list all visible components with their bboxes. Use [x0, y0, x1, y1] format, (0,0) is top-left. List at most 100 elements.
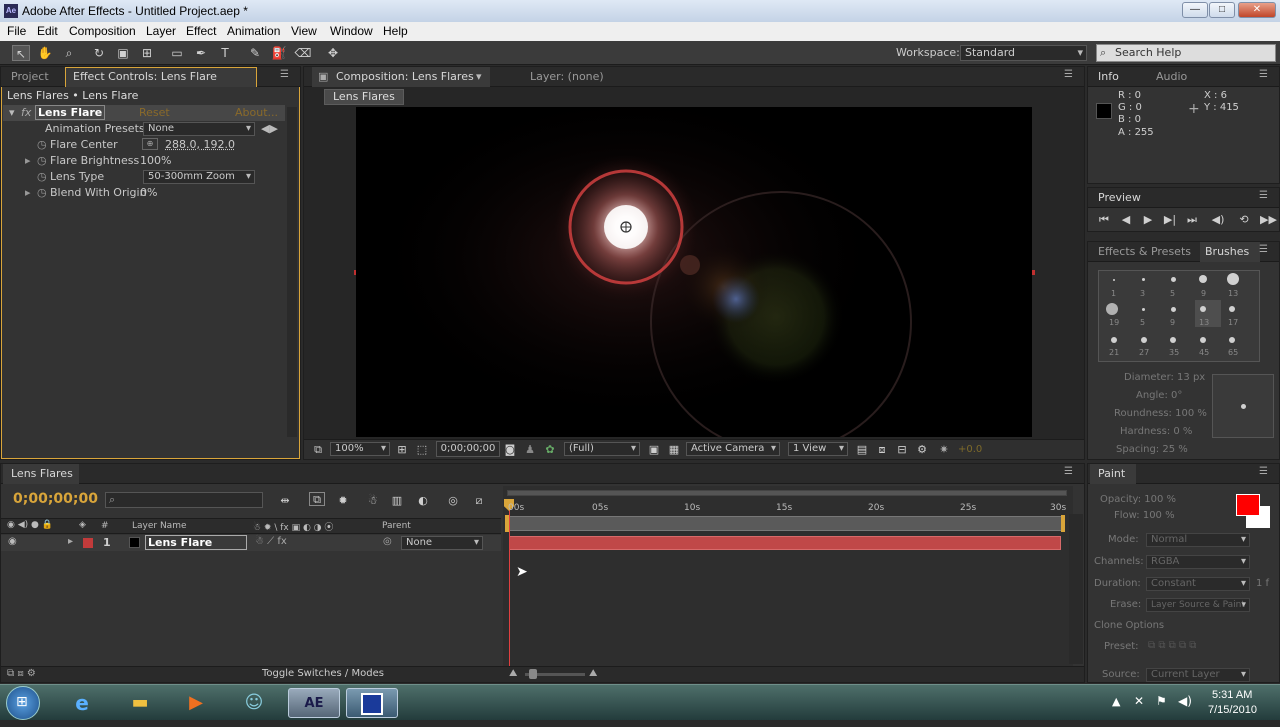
duration-value[interactable]: 1 f	[1256, 578, 1269, 589]
menu-composition[interactable]: Composition	[69, 24, 136, 38]
after-effects-taskbar-button[interactable]: AE	[288, 688, 340, 718]
tab-effect-controls[interactable]: Effect Controls: Lens Flare	[73, 70, 217, 83]
mode-select[interactable]: Normal	[1146, 533, 1250, 547]
channels-select[interactable]: RGBA	[1146, 555, 1250, 569]
tab-paint[interactable]: Paint	[1098, 467, 1125, 480]
menu-animation[interactable]: Animation	[227, 24, 280, 38]
camera-view-select[interactable]: Active Camera	[686, 442, 780, 456]
clone-stamp-tool-icon[interactable]: ⛽	[270, 45, 288, 61]
exposure-icon[interactable]: ✷	[936, 443, 952, 457]
grid-overlay-icon[interactable]: ⊞	[394, 443, 410, 457]
work-area-bar[interactable]	[507, 516, 1063, 531]
always-preview-icon[interactable]: ⧉	[310, 443, 326, 457]
menu-layer[interactable]: Layer	[146, 24, 176, 38]
av-features-icons[interactable]: ◉ ◀) ● 🔒	[7, 520, 53, 530]
angle-label[interactable]: Angle: 0°	[1136, 390, 1182, 401]
hide-shy-layers-icon[interactable]: ☃	[365, 494, 381, 508]
panel-menu-icon[interactable]: ☰	[1064, 70, 1078, 80]
previous-frame-icon[interactable]: ◀	[1118, 213, 1134, 227]
panel-bottom-icons[interactable]: ⧉ ⧈ ⚙	[7, 668, 36, 679]
region-of-interest-icon[interactable]: ⬚	[414, 443, 430, 457]
lens-type-select[interactable]: 50-300mm Zoom	[143, 170, 255, 184]
frame-blending-icon[interactable]: ▥	[389, 494, 405, 508]
workspace-select[interactable]: Standard	[960, 45, 1087, 61]
tab-timeline[interactable]: Lens Flares	[11, 467, 73, 480]
scrollbar[interactable]	[287, 107, 297, 437]
zoom-tool-icon[interactable]: ⌕	[60, 45, 78, 61]
menu-effect[interactable]: Effect	[186, 24, 216, 38]
stopwatch-icon[interactable]: ◷	[37, 154, 47, 167]
visibility-eye-icon[interactable]: ◉	[8, 536, 17, 547]
menu-view[interactable]: View	[291, 24, 317, 38]
zoom-in-icon[interactable]: ⛰	[589, 668, 597, 679]
timeline-icon[interactable]: ⊟	[894, 443, 910, 457]
work-area-navigator[interactable]	[507, 490, 1067, 496]
snapshot-icon[interactable]: ◙	[502, 443, 518, 457]
maximize-button[interactable]: □	[1209, 2, 1235, 18]
timeline-scrollbar[interactable]	[1069, 514, 1083, 664]
layer-duration-bar[interactable]	[509, 536, 1061, 550]
source-select[interactable]: Current Layer	[1146, 668, 1250, 682]
last-frame-icon[interactable]: ⏭	[1184, 213, 1200, 227]
layer-search-input[interactable]	[105, 492, 263, 508]
hand-tool-icon[interactable]: ✋	[36, 45, 54, 61]
duration-select[interactable]: Constant	[1146, 577, 1250, 591]
target-region-icon[interactable]: ▣	[646, 443, 662, 457]
menu-help[interactable]: Help	[383, 24, 408, 38]
brush-tip-grid[interactable]: 1 3 5 9 13 19 5 9 13 17 21 27 35 45 65	[1098, 270, 1260, 362]
puppet-tool-icon[interactable]: ✥	[324, 45, 342, 61]
comp-dropdown-icon[interactable]: ▾	[476, 70, 482, 83]
foreground-color-swatch[interactable]	[1236, 494, 1260, 516]
effect-name[interactable]: Lens Flare	[35, 105, 106, 120]
animation-presets-select[interactable]: None	[143, 122, 255, 136]
tab-layer[interactable]: Layer: (none)	[530, 70, 604, 83]
app-taskbar-button[interactable]	[346, 688, 398, 718]
spacing-label[interactable]: Spacing: 25 %	[1116, 444, 1188, 455]
expand-triangle-icon[interactable]: ▸	[68, 536, 73, 547]
view-layout-select[interactable]: 1 View	[788, 442, 848, 456]
panel-menu-icon[interactable]: ☰	[280, 70, 294, 80]
draft-3d-icon[interactable]: ✹	[335, 494, 351, 508]
fx-icon[interactable]: fx	[21, 106, 31, 119]
toggle-switches-modes[interactable]: Toggle Switches / Modes	[262, 668, 384, 679]
timeline-timecode[interactable]: 0;00;00;00	[13, 491, 98, 507]
exposure-value[interactable]: +0.0	[958, 444, 982, 455]
expand-triangle-icon[interactable]: ▸	[25, 154, 31, 167]
rotation-tool-icon[interactable]: ↻	[90, 45, 108, 61]
crosshair-icon[interactable]: ⊕	[142, 138, 158, 150]
paint-flow[interactable]: Flow: 100 %	[1114, 510, 1175, 521]
pick-whip-icon[interactable]: ◎	[383, 536, 392, 547]
menu-window[interactable]: Window	[330, 24, 373, 38]
comp-mini-flowchart-icon[interactable]: ⇹	[277, 494, 293, 508]
comp-lock-icon[interactable]: ▣	[318, 70, 328, 83]
panel-menu-icon[interactable]: ☰	[1259, 191, 1273, 201]
diameter-label[interactable]: Diameter: 13 px	[1124, 372, 1205, 383]
panel-menu-icon[interactable]: ☰	[1259, 245, 1273, 255]
search-help-input[interactable]: Search Help	[1096, 44, 1276, 62]
clone-preset-icons[interactable]: ⧉ ⧉ ⧉ ⧉ ⧉	[1148, 640, 1196, 651]
tab-info[interactable]: Info	[1098, 70, 1119, 83]
reset-link[interactable]: Reset	[139, 106, 170, 119]
selection-tool-icon[interactable]: ↖	[12, 45, 30, 61]
about-link[interactable]: About...	[235, 106, 278, 119]
eraser-tool-icon[interactable]: ⌫	[294, 45, 312, 61]
close-button[interactable]: ✕	[1238, 2, 1276, 18]
resolution-select[interactable]: (Full)	[564, 442, 640, 456]
first-frame-icon[interactable]: ⏮	[1096, 213, 1112, 227]
brush-tool-icon[interactable]: ✎	[246, 45, 264, 61]
ram-preview-icon[interactable]: ▶▶	[1260, 213, 1277, 227]
paint-opacity[interactable]: Opacity: 100 %	[1100, 494, 1176, 505]
current-time-display[interactable]: 0;00;00;00	[436, 441, 500, 457]
zoom-out-icon[interactable]: ⛰	[509, 668, 517, 679]
tab-project[interactable]: Project	[11, 70, 49, 83]
stopwatch-icon[interactable]: ◷	[37, 186, 47, 199]
network-icon[interactable]: ✕	[1134, 694, 1144, 708]
type-tool-icon[interactable]: T	[216, 45, 234, 61]
pen-tool-icon[interactable]: ✒	[192, 45, 210, 61]
graph-editor-icon[interactable]: ⧄	[471, 494, 487, 508]
flag-icon[interactable]: ⚑	[1156, 694, 1167, 708]
media-player-icon[interactable]: ▶	[170, 688, 222, 718]
messenger-icon[interactable]: ☺	[228, 688, 280, 718]
tab-audio[interactable]: Audio	[1156, 70, 1187, 83]
composition-viewer[interactable]	[356, 107, 1032, 437]
